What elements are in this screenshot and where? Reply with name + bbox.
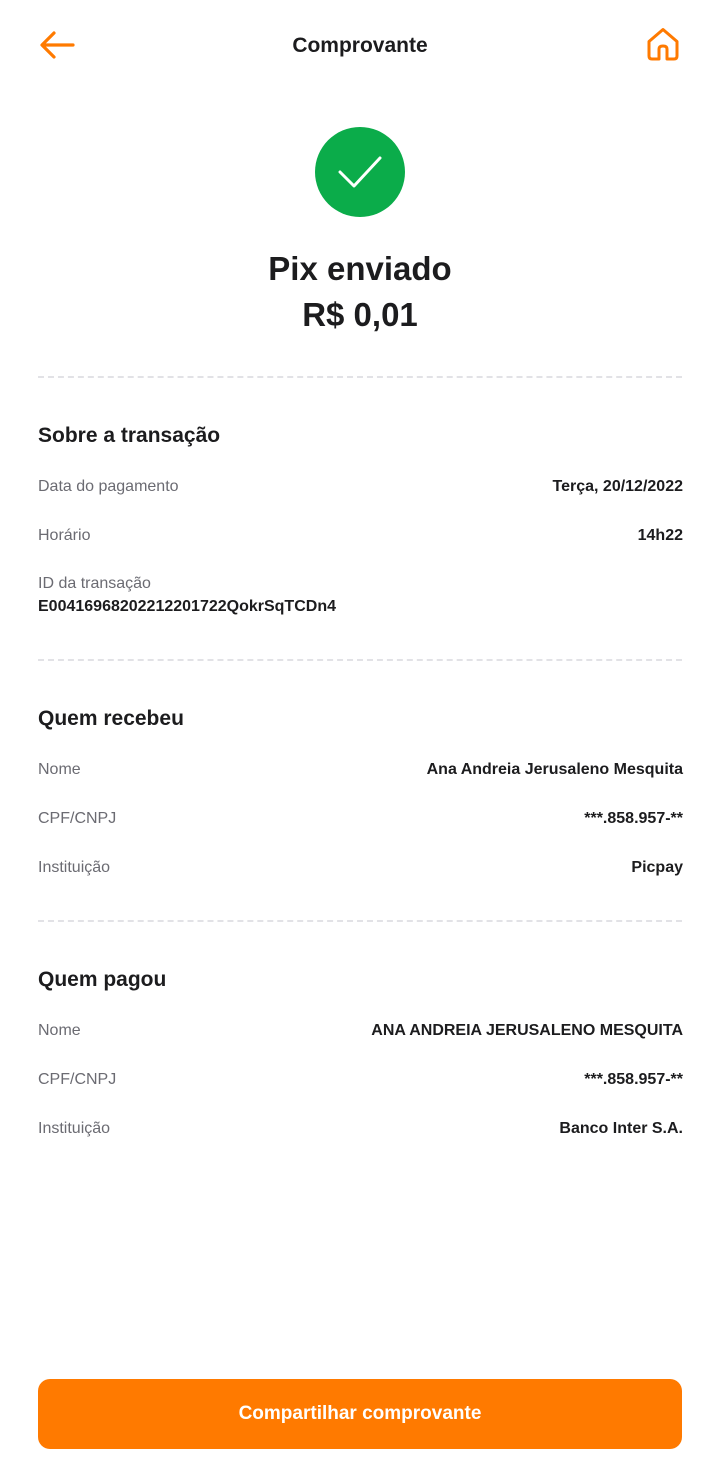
payer-name-value: ANA ANDREIA JERUSALENO MESQUITA	[371, 1022, 683, 1039]
payment-time-value: 14h22	[637, 527, 683, 544]
payer-document-row: CPF/CNPJ ***.858.957-**	[38, 1068, 683, 1092]
section-divider	[38, 376, 682, 378]
payer-institution-value: Banco Inter S.A.	[559, 1120, 683, 1137]
success-badge	[315, 127, 405, 217]
payment-time-row: Horário 14h22	[38, 524, 683, 548]
payment-date-row: Data do pagamento Terça, 20/12/2022	[38, 475, 683, 499]
transaction-id-value: E00416968202212201722QokrSqTCDn4	[38, 598, 336, 615]
home-icon	[647, 28, 679, 61]
payer-name-row: Nome ANA ANDREIA JERUSALENO MESQUITA	[38, 1019, 683, 1043]
payer-section-title: Quem pagou	[38, 968, 167, 991]
share-receipt-button[interactable]: Compartilhar comprovante	[38, 1379, 682, 1449]
recipient-document-value: ***.858.957-**	[584, 810, 683, 827]
payment-date-value: Terça, 20/12/2022	[552, 478, 683, 495]
recipient-document-row: CPF/CNPJ ***.858.957-**	[38, 807, 683, 831]
top-app-bar: Comprovante	[0, 0, 720, 92]
recipient-institution-value: Picpay	[631, 859, 683, 876]
transaction-section-title: Sobre a transação	[38, 424, 221, 447]
recipient-institution-row: Instituição Picpay	[38, 856, 683, 880]
payment-time-label: Horário	[38, 527, 91, 544]
status-title: Pix enviado	[268, 250, 452, 287]
recipient-document-label: CPF/CNPJ	[38, 810, 117, 827]
section-divider	[38, 920, 682, 922]
recipient-section-title: Quem recebeu	[38, 707, 184, 730]
recipient-name-value: Ana Andreia Jerusaleno Mesquita	[426, 761, 683, 778]
page-title: Comprovante	[292, 34, 428, 57]
payer-name-label: Nome	[38, 1022, 81, 1039]
recipient-name-row: Nome Ana Andreia Jerusaleno Mesquita	[38, 758, 683, 782]
payer-document-value: ***.858.957-**	[584, 1071, 683, 1088]
check-icon	[338, 156, 382, 188]
home-button[interactable]	[641, 22, 685, 66]
transaction-id-label: ID da transação	[38, 575, 151, 592]
payer-institution-row: Instituição Banco Inter S.A.	[38, 1117, 683, 1141]
section-divider	[38, 659, 682, 661]
share-receipt-label: Compartilhar comprovante	[238, 1403, 482, 1424]
transfer-amount: R$ 0,01	[302, 296, 418, 333]
recipient-institution-label: Instituição	[38, 859, 111, 876]
payer-document-label: CPF/CNPJ	[38, 1071, 117, 1088]
payment-date-label: Data do pagamento	[38, 478, 179, 495]
payer-institution-label: Instituição	[38, 1120, 111, 1137]
recipient-name-label: Nome	[38, 761, 81, 778]
